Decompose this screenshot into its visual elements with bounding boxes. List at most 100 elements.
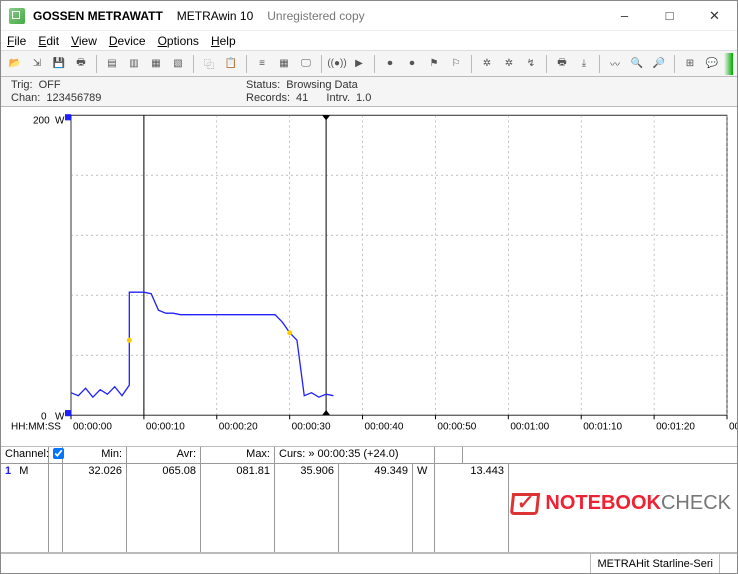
row-cur2: 49.349	[339, 464, 413, 552]
tb-print-icon[interactable]: 🖶	[71, 54, 91, 74]
title-vendor: GOSSEN METRAWATT	[33, 9, 163, 23]
titlebar: GOSSEN METRAWATT METRAwin 10 Unregistere…	[1, 1, 737, 31]
status-value: Browsing Data	[286, 79, 358, 91]
svg-text:00:00:00: 00:00:00	[73, 421, 112, 432]
tb-rec2-icon[interactable]: ⏺	[402, 54, 422, 74]
tb-saveb-icon[interactable]: ▧	[168, 54, 188, 74]
tb-gear2-icon[interactable]: ✲	[499, 54, 519, 74]
tb-copy-icon[interactable]: ⿻	[199, 54, 219, 74]
intrv-value: 1.0	[356, 92, 371, 104]
menu-view[interactable]: View	[71, 34, 97, 48]
watermark: NOTEBOOKCHECK	[511, 492, 731, 515]
tb-list-icon[interactable]: ≡	[252, 54, 272, 74]
tb-mark-icon[interactable]: ⚑	[424, 54, 444, 74]
app-icon	[9, 8, 25, 24]
menu-options[interactable]: Options	[158, 34, 199, 48]
tb-folder-icon[interactable]: ▥	[124, 54, 144, 74]
tb-ds-icon[interactable]: ↯	[521, 54, 541, 74]
chan-label: Chan:	[11, 92, 40, 104]
row-max: 081.81	[201, 464, 275, 552]
th-max: Max:	[201, 447, 275, 463]
th-avr: Avr:	[127, 447, 201, 463]
svg-text:200: 200	[33, 115, 50, 126]
svg-text:00:00:40: 00:00:40	[365, 421, 404, 432]
chart-area[interactable]: 00:00:00 00:00:10 00:00:20 00:00:30 00:00:40…	[1, 107, 737, 447]
records-value: 41	[296, 92, 308, 104]
svg-text:00:00:50: 00:00:50	[437, 421, 476, 432]
footer: METRAHit Starline-Seri	[1, 553, 737, 573]
svg-text:00:01:30: 00:01:30	[729, 421, 737, 432]
close-button[interactable]: ✕	[692, 1, 737, 30]
watermark-chk: CHECK	[661, 492, 731, 515]
row-min: 32.026	[63, 464, 127, 552]
row-extra: 13.443	[435, 464, 509, 552]
svg-text:00:01:10: 00:01:10	[583, 421, 622, 432]
table-row[interactable]: 1 M 32.026 065.08 081.81 35.906 49.349 W…	[1, 464, 737, 552]
th-checkbox[interactable]	[49, 447, 63, 463]
row-cur1: 35.906	[275, 464, 339, 552]
svg-text:00:01:20: 00:01:20	[656, 421, 695, 432]
maximize-button[interactable]: □	[647, 1, 692, 30]
footer-device: METRAHit Starline-Seri	[590, 554, 719, 573]
watermark-check-icon	[510, 493, 540, 515]
status-bar: Trig: OFF Chan: 123456789 Status: Browsing …	[1, 77, 737, 107]
title-product: METRAwin 10	[177, 9, 253, 23]
tb-find-icon[interactable]: 🔎	[649, 54, 669, 74]
th-channel: Channel:	[1, 447, 49, 463]
svg-text:00:00:30: 00:00:30	[292, 421, 331, 432]
toolbar: 📂 ⇲ 💾 🖶 ▤ ▥ ▦ ▧ ⿻ 📋 ≡ ▦ 🖵 ((●)) ▶ ⏺ ⏺ ⚑ …	[1, 51, 737, 77]
svg-text:00:00:10: 00:00:10	[146, 421, 185, 432]
th-unit	[435, 447, 463, 463]
row-spacer: NOTEBOOKCHECK	[509, 464, 737, 552]
row-index: 1	[5, 465, 11, 477]
chart-canvas: 00:00:00 00:00:10 00:00:20 00:00:30 00:00:40…	[1, 107, 737, 446]
tb-rec-icon[interactable]: ⏺	[380, 54, 400, 74]
svg-text:00:00:20: 00:00:20	[219, 421, 258, 432]
th-curs: Curs: » 00:00:35 (+24.0)	[275, 447, 435, 463]
tb-open-icon[interactable]: 📂	[5, 54, 25, 74]
tb-grid-icon[interactable]: ▦	[274, 54, 294, 74]
minimize-button[interactable]: –	[602, 1, 647, 30]
footer-grip-icon	[719, 554, 737, 573]
row-unit: W	[413, 464, 435, 552]
tb-new-icon[interactable]: ▤	[102, 54, 122, 74]
chan-value: 123456789	[46, 92, 101, 104]
menu-help[interactable]: Help	[211, 34, 236, 48]
svg-text:W: W	[55, 115, 65, 126]
menu-device[interactable]: Device	[109, 34, 146, 48]
th-spacer	[463, 447, 737, 463]
tb-gear-icon[interactable]: ✲	[477, 54, 497, 74]
tb-bbs-icon[interactable]: ⊞	[680, 54, 700, 74]
tb-signal-icon[interactable]: ((●))	[327, 54, 347, 74]
tb-mark2-icon[interactable]: ⚐	[446, 54, 466, 74]
tb-print2-icon[interactable]: 🖶	[552, 54, 572, 74]
tb-wave-icon[interactable]: 〰	[605, 54, 625, 74]
svg-text:HH:MM:SS: HH:MM:SS	[11, 421, 61, 432]
menu-file[interactable]: File	[7, 34, 26, 48]
row-flag: M	[19, 465, 28, 477]
tb-monitor-icon[interactable]: 🖵	[296, 54, 316, 74]
menu-edit[interactable]: Edit	[38, 34, 59, 48]
tb-zoom-icon[interactable]: 🔍	[627, 54, 647, 74]
row-chk-spacer	[49, 464, 63, 552]
svg-text:00:01:00: 00:01:00	[510, 421, 549, 432]
toolbar-tail-icon	[724, 53, 733, 75]
tb-export-icon[interactable]: ⤓	[574, 54, 594, 74]
records-label: Records:	[246, 92, 290, 104]
intrv-label: Intrv.	[326, 92, 350, 104]
tb-import-icon[interactable]: ⇲	[27, 54, 47, 74]
title-license: Unregistered copy	[267, 9, 364, 23]
trig-value: OFF	[39, 79, 61, 91]
status-label: Status:	[246, 79, 280, 91]
row-avr: 065.08	[127, 464, 201, 552]
tb-comment-icon[interactable]: 💬	[702, 54, 722, 74]
trig-label: Trig:	[11, 79, 33, 91]
tb-savea-icon[interactable]: ▦	[146, 54, 166, 74]
tb-save-icon[interactable]: 💾	[49, 54, 69, 74]
tb-paste-icon[interactable]: 📋	[221, 54, 241, 74]
tb-play-icon[interactable]: ▶	[349, 54, 369, 74]
data-table: Channel: Min: Avr: Max: Curs: » 00:00:35…	[1, 447, 737, 553]
th-min: Min:	[63, 447, 127, 463]
watermark-nb: NOTEBOOK	[545, 492, 661, 515]
menubar: File Edit View Device Options Help	[1, 31, 737, 51]
